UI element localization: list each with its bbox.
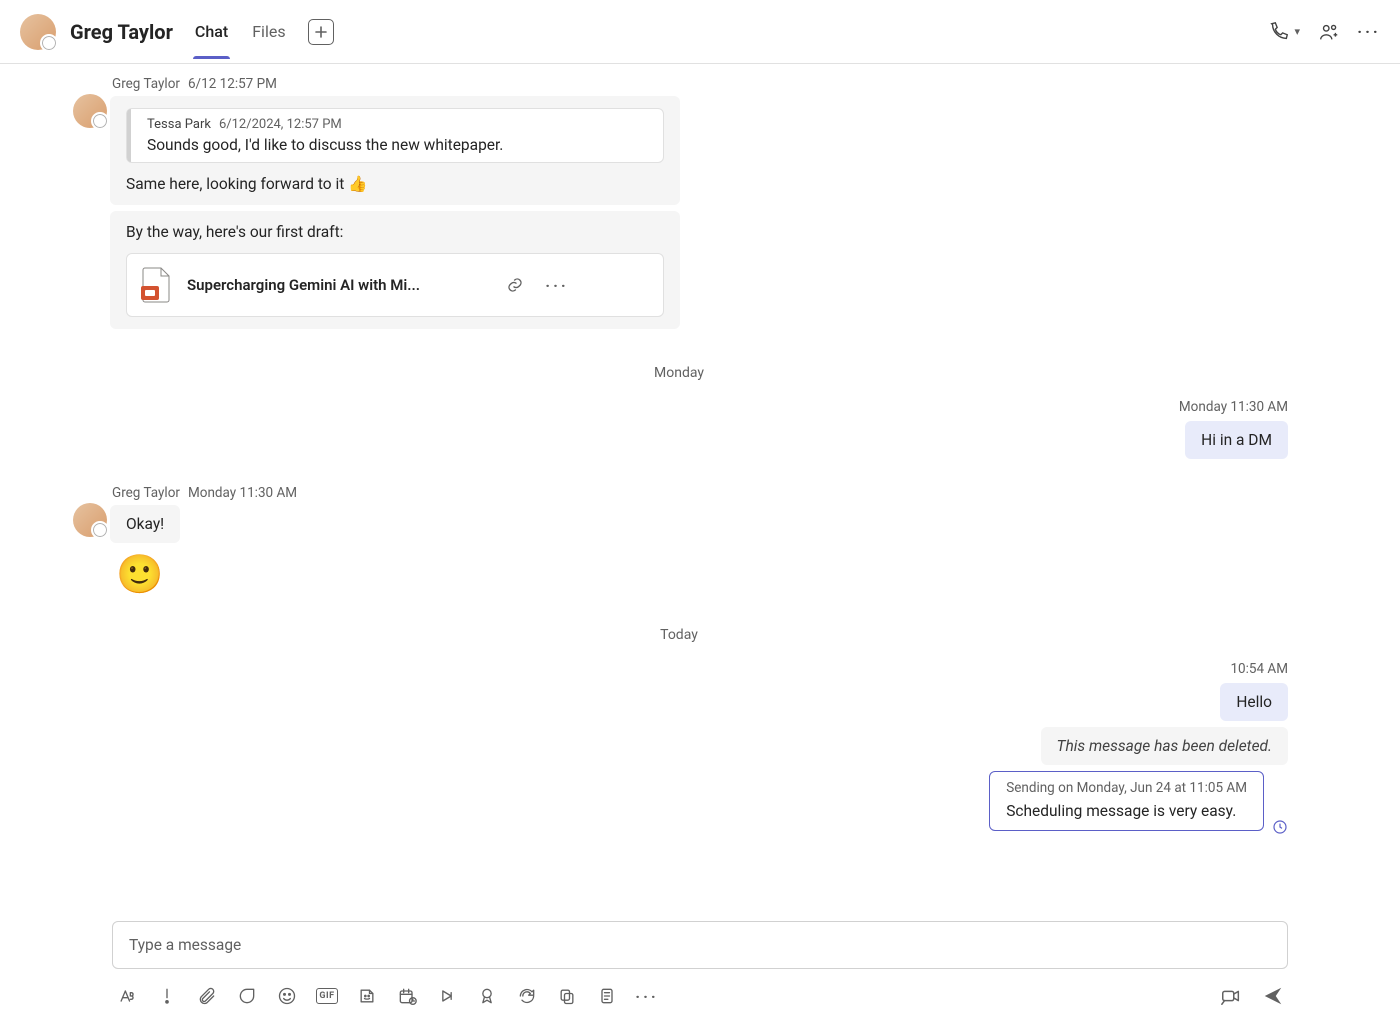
contact-avatar[interactable] <box>20 14 56 50</box>
tab-files[interactable]: Files <box>250 4 287 59</box>
message-bubble[interactable]: By the way, here's our first draft: Supe… <box>110 211 680 329</box>
priority-button[interactable] <box>156 985 178 1007</box>
format-button[interactable] <box>116 985 138 1007</box>
add-tab-button[interactable] <box>308 19 334 45</box>
quoted-reply[interactable]: Tessa Park6/12/2024, 12:57 PM Sounds goo… <box>126 108 664 163</box>
scheduled-body: Scheduling message is very easy. <box>1006 802 1247 820</box>
copy-link-button[interactable] <box>501 271 529 299</box>
message-time: 10:54 AM <box>1230 661 1288 677</box>
call-button[interactable] <box>1268 21 1290 43</box>
chat-header: Greg Taylor Chat Files ▾ ··· <box>0 0 1400 64</box>
message-input[interactable]: Type a message <box>112 921 1288 969</box>
more-options-button[interactable]: ··· <box>1358 21 1380 43</box>
send-button[interactable] <box>1262 985 1284 1007</box>
outgoing-message[interactable]: Hello <box>1220 683 1288 721</box>
conversation-pane: Greg Taylor6/12 12:57 PM Tessa Park6/12/… <box>0 64 1400 895</box>
message-bubble[interactable]: Okay! <box>110 505 180 543</box>
compose-toolbar: GIF ··· <box>112 985 1288 1007</box>
approvals-button[interactable] <box>476 985 498 1007</box>
emoji-message[interactable]: 🙂 <box>110 549 1288 597</box>
outgoing-message[interactable]: Hi in a DM <box>1185 421 1288 459</box>
tab-chat[interactable]: Chat <box>193 4 230 59</box>
file-attachment[interactable]: Supercharging Gemini AI with Mi... ··· <box>126 253 664 317</box>
scheduled-message[interactable]: Sending on Monday, Jun 24 at 11:05 AM Sc… <box>989 771 1264 831</box>
attach-button[interactable] <box>196 985 218 1007</box>
sender-avatar[interactable] <box>73 94 107 128</box>
date-separator: Monday <box>70 365 1288 381</box>
sender-avatar[interactable] <box>73 503 107 537</box>
message-text: By the way, here's our first draft: <box>126 223 664 241</box>
header-actions: ▾ ··· <box>1268 21 1380 43</box>
add-people-button[interactable] <box>1318 21 1340 43</box>
message-meta: Greg TaylorMonday 11:30 AM <box>112 485 1288 501</box>
sticker-button[interactable] <box>356 985 378 1007</box>
loop-button[interactable] <box>236 985 258 1007</box>
message-bubble[interactable]: Tessa Park6/12/2024, 12:57 PM Sounds goo… <box>110 96 680 205</box>
more-apps-button[interactable]: ··· <box>636 985 658 1007</box>
gif-button[interactable]: GIF <box>316 985 338 1007</box>
scheduled-clock-icon <box>1272 819 1288 835</box>
scheduled-header: Sending on Monday, Jun 24 at 11:05 AM <box>1006 780 1247 796</box>
emoji-button[interactable] <box>276 985 298 1007</box>
schedule-button[interactable] <box>396 985 418 1007</box>
copy-button[interactable] <box>556 985 578 1007</box>
message-meta: Greg Taylor6/12 12:57 PM <box>112 76 1288 92</box>
stream-button[interactable] <box>436 985 458 1007</box>
video-clip-button[interactable] <box>1220 985 1242 1007</box>
message-time: Monday 11:30 AM <box>1179 399 1288 415</box>
date-separator: Today <box>70 627 1288 643</box>
attachment-more-button[interactable]: ··· <box>543 271 571 299</box>
deleted-message[interactable]: This message has been deleted. <box>1041 727 1288 765</box>
contact-name: Greg Taylor <box>70 20 173 44</box>
updates-button[interactable] <box>516 985 538 1007</box>
powerpoint-file-icon <box>139 266 173 304</box>
viva-button[interactable] <box>596 985 618 1007</box>
call-dropdown[interactable]: ▾ <box>1294 25 1300 38</box>
attachment-title: Supercharging Gemini AI with Mi... <box>187 276 487 294</box>
message-text: Same here, looking forward to it 👍 <box>126 175 664 193</box>
composer: Type a message GIF ··· <box>0 921 1400 1023</box>
